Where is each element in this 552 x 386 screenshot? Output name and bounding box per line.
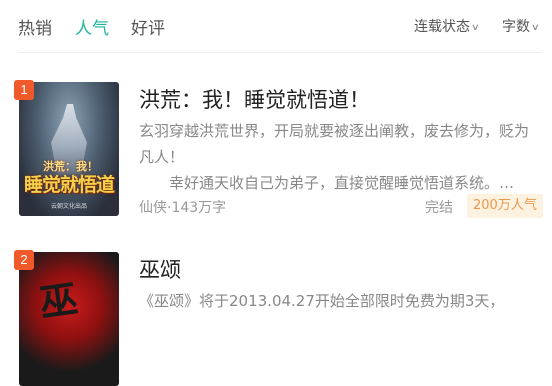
ranking-tabs: 热销 人气 好评 连载状态∨ 字数∨ [0,0,552,52]
tab-popularity[interactable]: 人气 [75,14,109,39]
cover-title: 睡觉就悟道 [23,174,115,196]
status-filter-label: 连载状态 [414,19,470,35]
book-cover[interactable]: 洪荒：我！ 睡觉就悟道 云朝文化出品 [19,82,119,216]
status-filter[interactable]: 连载状态∨ [414,16,480,36]
rank-badge: 1 [14,80,34,100]
cover-art: 巫 [36,275,81,326]
book-cover[interactable]: 巫 [19,252,119,386]
description-line: 玄羽穿越洪荒世界，开局就要被逐出阐教，废去修为，贬为凡人！ [139,122,530,166]
completion-status: 完结 [425,200,453,216]
tabs-divider [18,52,542,53]
book-description: 《巫颂》将于2013.04.27开始全部限时免费为期3天， [139,288,537,314]
chevron-down-icon: ∨ [471,23,480,33]
cover-publisher: 云朝文化出品 [50,203,87,210]
popularity-badge: 200万人气 [467,194,543,218]
description-line: 幸好通天收自己为弟子，直接觉醒睡觉悟道系统。… [169,174,515,192]
book-description: 玄羽穿越洪荒世界，开局就要被逐出阐教，废去修为，贬为凡人！ 幸好通天收自己为弟子… [139,118,537,196]
tab-hot-sales[interactable]: 热销 [18,14,52,39]
book-title[interactable]: 洪荒：我！睡觉就悟道！ [139,84,370,114]
rank-badge: 2 [14,250,34,270]
book-meta: 仙侠·143万字 [139,200,227,216]
book-title[interactable]: 巫颂 [139,254,181,284]
chevron-down-icon: ∨ [531,23,540,33]
description-line: 《巫颂》将于2013.04.27开始全部限时免费为期3天， [139,292,505,310]
tab-good-reviews[interactable]: 好评 [131,14,165,39]
wordcount-filter-label: 字数 [502,19,530,35]
wordcount-filter[interactable]: 字数∨ [502,16,540,36]
